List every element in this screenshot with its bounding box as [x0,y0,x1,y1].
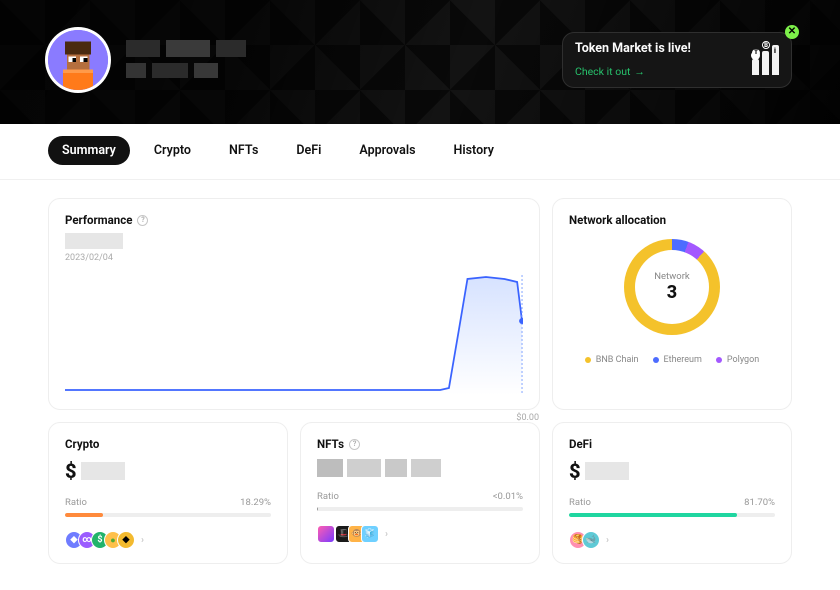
defi-card[interactable]: DeFi $ Ratio81.70% 🥞 🐋 › [552,422,792,564]
crypto-card[interactable]: Crypto $ Ratio18.29% ◆ ∞ $ ● ◆ › [48,422,288,564]
tab-nfts[interactable]: NFTs [215,136,272,165]
defi-protocol-icons[interactable]: 🥞 🐋 › [569,531,775,549]
tab-crypto[interactable]: Crypto [140,136,205,165]
avatar[interactable] [48,30,108,90]
nft-thumbnail-icons[interactable]: 🎩 🐵 🧊 › [317,525,523,543]
promo-title: Token Market is live! [575,41,691,56]
performance-y-min: $0.00 [516,413,539,423]
promo-banner: Token Market is live! Check it out → T B… [562,32,792,88]
nfts-title: NFTs [317,437,344,451]
promo-cta-link[interactable]: Check it out → [575,65,645,78]
network-donut-chart[interactable]: Network 3 [624,239,720,335]
legend-item: Ethereum [653,355,702,365]
chevron-right-icon: › [141,535,144,546]
nfts-ratio-value: <0.01% [493,491,523,502]
network-allocation-card: Network allocation Network 3 BNB Chain E… [552,198,792,410]
crypto-value-redacted [81,462,125,480]
performance-start-date: 2023/02/04 [65,253,523,263]
crypto-ratio-bar [65,513,271,517]
donut-center-label: Network [654,271,690,282]
performance-card: Performance? 2023/02/04 $0.00 [48,198,540,410]
performance-value-redacted [65,233,123,249]
performance-chart[interactable] [65,267,523,395]
tab-approvals[interactable]: Approvals [345,136,429,165]
tab-summary[interactable]: Summary [48,136,130,165]
defi-ratio-value: 81.70% [744,497,775,508]
nfts-value-redacted [317,459,523,477]
crypto-title: Crypto [65,437,271,451]
crypto-token-icons[interactable]: ◆ ∞ $ ● ◆ › [65,531,271,549]
defi-ratio-bar [569,513,775,517]
network-legend: BNB Chain Ethereum Polygon [569,355,775,365]
tabs: Summary Crypto NFTs DeFi Approvals Histo… [0,124,840,180]
chevron-right-icon: › [606,535,609,546]
promo-bars-icon: T B i [752,45,779,75]
legend-item: BNB Chain [585,355,639,365]
donut-center-value: 3 [667,282,677,303]
defi-title: DeFi [569,437,775,451]
legend-item: Polygon [716,355,759,365]
crypto-ratio-value: 18.29% [240,497,271,508]
nfts-card[interactable]: NFTs ? Ratio<0.01% 🎩 🐵 🧊 › [300,422,540,564]
chevron-right-icon: › [385,529,388,540]
performance-title: Performance [65,213,132,227]
hero: Token Market is live! Check it out → T B… [0,0,840,124]
defi-value-redacted [585,462,629,480]
info-icon[interactable]: ? [137,215,148,226]
wallet-name-redacted [126,40,258,80]
tab-history[interactable]: History [440,136,508,165]
arrow-right-icon: → [634,65,645,78]
network-allocation-title: Network allocation [569,213,775,227]
promo-close-icon[interactable]: ✕ [785,25,799,39]
nfts-ratio-bar [317,507,523,511]
info-icon[interactable]: ? [349,439,360,450]
tab-defi[interactable]: DeFi [282,136,335,165]
